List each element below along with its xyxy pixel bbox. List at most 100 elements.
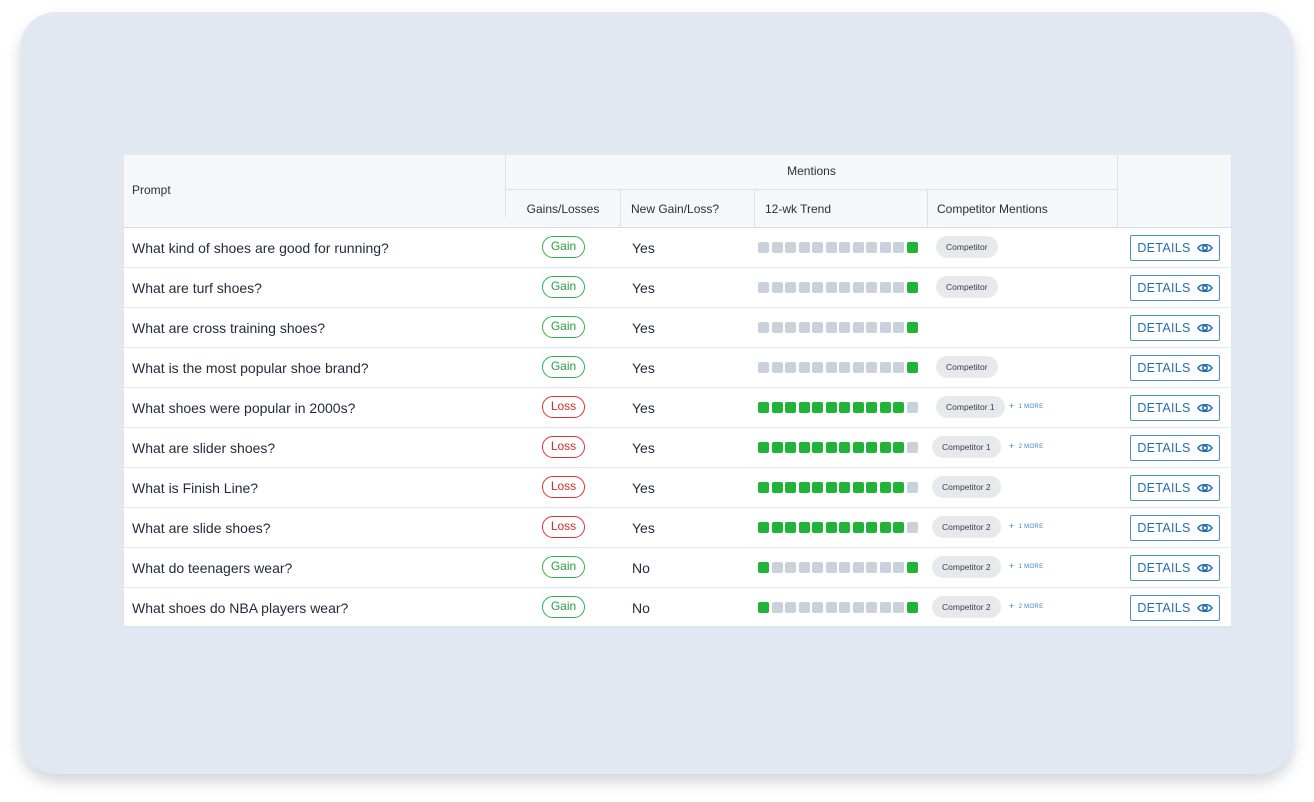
competitor-chip: Competitor	[936, 236, 998, 258]
trend-week-not-mentioned	[758, 282, 769, 293]
details-button[interactable]: DETAILS	[1130, 235, 1220, 261]
more-competitors-link[interactable]: +1 MORE	[1009, 401, 1043, 411]
table-row: What do teenagers wear? Gain No Competitor …	[124, 548, 1231, 588]
trend-week-mentioned	[893, 442, 904, 453]
trend-week-not-mentioned	[785, 242, 796, 253]
trend-week-not-mentioned	[839, 602, 850, 613]
trend-week-mentioned	[852, 402, 864, 413]
trend-week-mentioned	[758, 442, 769, 453]
trend-week-not-mentioned	[852, 242, 864, 253]
trend-week-mentioned	[812, 522, 823, 533]
prompt-text: What are turf shoes?	[132, 280, 262, 296]
trend-week-not-mentioned	[812, 562, 823, 573]
trend-week-not-mentioned	[758, 242, 769, 253]
trend-week-not-mentioned	[771, 602, 783, 613]
details-button[interactable]: DETAILS	[1130, 595, 1220, 621]
trend-week-not-mentioned	[798, 242, 810, 253]
trend-week-not-mentioned	[798, 282, 810, 293]
more-label: 1 MORE	[1018, 564, 1044, 570]
competitor-chip: Competitor 1	[936, 396, 1005, 418]
eye-icon	[1196, 322, 1213, 334]
trend-week-not-mentioned	[866, 242, 877, 253]
trend-week-mentioned	[906, 282, 918, 293]
table-row: What is the most popular shoe brand? Gain…	[124, 348, 1231, 388]
table-row: What shoes were popular in 2000s? Loss Yes…	[124, 388, 1231, 428]
prompt-text: What are slider shoes?	[132, 440, 276, 456]
competitor-chip: Competitor 1	[932, 436, 1001, 458]
trend-week-not-mentioned	[893, 602, 904, 613]
trend-week-not-mentioned	[758, 362, 769, 373]
trend-week-not-mentioned	[758, 322, 769, 333]
prompt-text: What are cross training shoes?	[132, 320, 325, 336]
more-label: 2 MORE	[1018, 604, 1044, 610]
trend-week-not-mentioned	[879, 282, 891, 293]
trend-week-not-mentioned	[825, 562, 837, 573]
new-gain-loss-value: Yes	[632, 400, 655, 416]
table-row: What kind of shoes are good for running?…	[124, 228, 1231, 268]
more-competitors-link[interactable]: +2 MORE	[1009, 441, 1043, 451]
table-row: What are slider shoes? Loss Yes Competitor …	[124, 428, 1231, 468]
trend-week-mentioned	[812, 482, 823, 493]
trend-week-not-mentioned	[879, 322, 891, 333]
trend-week-not-mentioned	[906, 522, 918, 533]
trend-week-not-mentioned	[879, 362, 891, 373]
trend-week-mentioned	[906, 362, 918, 373]
trend-week-not-mentioned	[866, 562, 877, 573]
prompt-text: What kind of shoes are good for running?	[132, 240, 389, 256]
table-row: What are slide shoes? Loss Yes Competitor 2…	[124, 508, 1231, 548]
header-competitor-mentions: Competitor Mentions	[927, 190, 1117, 228]
trend-week-not-mentioned	[785, 602, 796, 613]
details-button[interactable]: DETAILS	[1130, 435, 1220, 461]
trend-indicator	[758, 602, 918, 613]
new-gain-loss-value: Yes	[632, 480, 655, 496]
more-competitors-link[interactable]: +1 MORE	[1009, 561, 1043, 571]
trend-week-not-mentioned	[852, 322, 864, 333]
window-frame: Prompt Mentions Gains/Losses New Gain/Lo…	[20, 12, 1294, 774]
trend-week-mentioned	[839, 482, 850, 493]
details-button[interactable]: DETAILS	[1130, 555, 1220, 581]
trend-week-mentioned	[785, 442, 796, 453]
details-label: DETAILS	[1137, 321, 1191, 335]
details-button[interactable]: DETAILS	[1130, 395, 1220, 421]
plus-icon: +	[1009, 561, 1015, 571]
plus-icon: +	[1009, 441, 1015, 451]
details-button[interactable]: DETAILS	[1130, 515, 1220, 541]
trend-week-mentioned	[771, 522, 783, 533]
table-row: What is Finish Line? Loss Yes Competitor 2 D…	[124, 468, 1231, 508]
details-label: DETAILS	[1137, 241, 1191, 255]
trend-week-not-mentioned	[893, 242, 904, 253]
trend-week-not-mentioned	[893, 322, 904, 333]
trend-week-mentioned	[758, 402, 769, 413]
trend-week-not-mentioned	[866, 322, 877, 333]
details-button[interactable]: DETAILS	[1130, 275, 1220, 301]
prompt-text: What shoes were popular in 2000s?	[132, 400, 356, 416]
trend-indicator	[758, 562, 918, 573]
eye-icon	[1196, 242, 1213, 254]
trend-week-not-mentioned	[906, 442, 918, 453]
more-competitors-link[interactable]: +2 MORE	[1009, 601, 1043, 611]
table-row: What are turf shoes? Gain Yes Competitor DET…	[124, 268, 1231, 308]
trend-indicator	[758, 282, 918, 293]
status-badge: Gain	[542, 276, 585, 298]
details-button[interactable]: DETAILS	[1130, 355, 1220, 381]
trend-week-mentioned	[758, 482, 769, 493]
trend-week-mentioned	[879, 402, 891, 413]
prompt-text: What are slide shoes?	[132, 520, 271, 536]
eye-icon	[1196, 282, 1213, 294]
status-badge: Loss	[542, 436, 585, 458]
details-label: DETAILS	[1137, 281, 1191, 295]
competitor-chip: Competitor	[936, 276, 998, 298]
details-button[interactable]: DETAILS	[1130, 475, 1220, 501]
trend-week-mentioned	[785, 522, 796, 533]
trend-week-not-mentioned	[879, 242, 891, 253]
trend-week-not-mentioned	[866, 362, 877, 373]
trend-week-mentioned	[839, 522, 850, 533]
status-badge: Loss	[542, 476, 585, 498]
competitor-chip: Competitor 2	[932, 516, 1001, 538]
more-competitors-link[interactable]: +1 MORE	[1009, 521, 1043, 531]
status-badge: Gain	[542, 236, 585, 258]
trend-week-mentioned	[825, 442, 837, 453]
details-button[interactable]: DETAILS	[1130, 315, 1220, 341]
trend-indicator	[758, 362, 918, 373]
trend-week-not-mentioned	[785, 562, 796, 573]
